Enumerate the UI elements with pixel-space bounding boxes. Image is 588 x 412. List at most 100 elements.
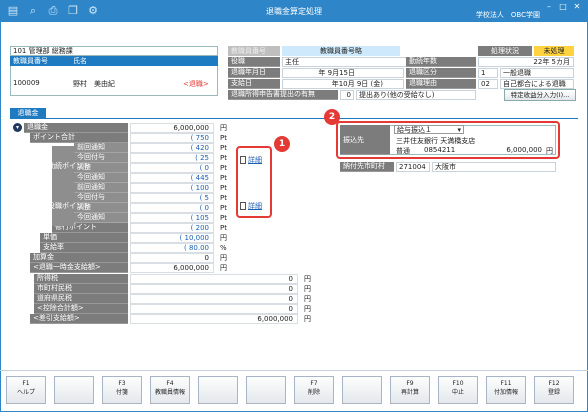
calc-value[interactable]: ( 105 — [130, 213, 214, 223]
calc-value[interactable]: ( 0 — [130, 163, 214, 173]
dept-field: 101 管理部 総務課 — [10, 46, 218, 56]
calc-label: 前回通知 — [74, 183, 128, 193]
fkey-button[interactable]: F10 中止 — [438, 376, 478, 404]
calc-unit: 円 — [304, 295, 311, 303]
calc-value[interactable]: ( 10,000 — [130, 233, 214, 243]
declaration-value: 提出あり(他の受給なし) — [356, 90, 476, 100]
retire-date-value[interactable]: 年 9月15日 — [282, 68, 404, 78]
emp-name: 野村 美由紀 — [73, 80, 115, 88]
calc-value[interactable]: 0 — [130, 294, 298, 304]
city-name: 大阪市 — [432, 162, 556, 172]
callout-2: 2 — [324, 109, 340, 125]
fkey-label: 削除 — [307, 389, 320, 396]
row-label-years: 勤続年数 — [406, 57, 476, 67]
collapse-icon[interactable]: ▾ — [13, 123, 22, 132]
declaration-code[interactable]: 0 — [340, 90, 354, 100]
group-label-kinzoku: 勤続ポイント — [48, 162, 90, 170]
fkey-button[interactable]: F1 ヘルプ — [6, 376, 46, 404]
fkey-button[interactable]: F3 付箋 — [102, 376, 142, 404]
fkey-code: F11 — [500, 380, 512, 387]
calc-value[interactable]: 6,000,000 — [130, 123, 214, 133]
fkey-button[interactable]: F11 付加情報 — [486, 376, 526, 404]
calc-value[interactable]: ( 750 — [130, 133, 214, 143]
calc-unit: % — [220, 244, 227, 252]
fkey-code: F1 — [22, 380, 30, 387]
footer-divider — [0, 370, 588, 371]
close-icon[interactable]: ✕ — [572, 3, 582, 11]
fkey-button[interactable] — [54, 376, 94, 404]
fkey-label: 再計算 — [400, 389, 419, 396]
calc-value[interactable]: ( 0 — [130, 203, 214, 213]
calc-unit: 円 — [220, 254, 227, 262]
calc-label: 支給率 — [40, 243, 128, 253]
tab-retirement[interactable]: 退職金 — [10, 108, 46, 118]
calc-value[interactable]: ( 200 — [130, 223, 214, 233]
fkey-button[interactable] — [246, 376, 286, 404]
fkey-button[interactable]: F4 教職員情報 — [150, 376, 190, 404]
calc-label: 道府県民税 — [34, 294, 128, 304]
emp-no-header: 教職員番号 — [10, 56, 70, 66]
highlight-box-2 — [336, 121, 560, 159]
calc-unit: 円 — [220, 234, 227, 242]
calc-value[interactable]: ( 5 — [130, 193, 214, 203]
row-label-retire-date: 退職年月日 — [228, 68, 280, 78]
calc-unit: Pt — [220, 184, 227, 192]
title-bar: ▤ ⌕ ⎙ ❐ ⚙ 退職金算定処理 学校法人 OBC学園 – □ ✕ — [0, 0, 588, 22]
fkey-label: 教職員情報 — [154, 389, 185, 396]
minimize-icon[interactable]: – — [544, 3, 554, 11]
callout-1: 1 — [274, 136, 290, 152]
fkey-button[interactable]: F12 登録 — [534, 376, 574, 404]
calc-label: 今回通知 — [74, 213, 128, 223]
fkey-label: 中止 — [451, 389, 464, 396]
calc-unit: 円 — [304, 305, 311, 313]
fkey-code: F4 — [166, 380, 174, 387]
calc-value[interactable]: 0 — [130, 304, 298, 314]
calc-unit: 円 — [304, 315, 311, 323]
calc-value[interactable]: ( 445 — [130, 173, 214, 183]
fkey-button[interactable] — [342, 376, 382, 404]
fkey-code: F3 — [118, 380, 126, 387]
calc-label: 加算金 — [30, 253, 128, 263]
retire-reason-code[interactable]: 02 — [478, 79, 498, 89]
fkey-button[interactable] — [198, 376, 238, 404]
calc-label: 前回通知 — [74, 143, 128, 153]
calc-value[interactable]: 0 — [130, 284, 298, 294]
calc-label: ポイント合計 — [30, 133, 128, 143]
calc-value[interactable]: ( 420 — [130, 143, 214, 153]
fkey-button[interactable]: F7 削除 — [294, 376, 334, 404]
mid-gray-label: 教職員番号 — [228, 46, 280, 56]
fkey-code: F7 — [310, 380, 318, 387]
row-label-pay-date: 支給日 — [228, 79, 280, 89]
calc-value[interactable]: ( 80.00 — [130, 243, 214, 253]
pay-date-value[interactable]: 年10月 9日 (金) — [282, 79, 404, 89]
fkey-label: 登録 — [547, 389, 560, 396]
calc-value[interactable]: 0 — [130, 253, 214, 263]
calc-value[interactable]: 6,000,000 — [130, 314, 298, 324]
highlight-box-1 — [236, 146, 272, 218]
fkey-button[interactable]: F9 再計算 — [390, 376, 430, 404]
city-code[interactable]: 271004 — [396, 162, 430, 172]
fkey-code: F10 — [452, 380, 464, 387]
retire-type-code[interactable]: 1 — [478, 68, 498, 78]
calc-value[interactable]: ( 100 — [130, 183, 214, 193]
calc-label: 単価 — [40, 233, 128, 243]
calc-value[interactable]: 6,000,000 — [130, 263, 214, 273]
calc-unit: Pt — [220, 144, 227, 152]
maximize-icon[interactable]: □ — [558, 3, 568, 11]
city-label: 納付先市町村 — [340, 162, 394, 172]
fkey-code: F12 — [548, 380, 560, 387]
special-income-button[interactable]: 特定收益分入力(I)... — [504, 89, 576, 101]
emp-no[interactable]: 100009 — [13, 79, 40, 87]
calc-unit: 円 — [304, 285, 311, 293]
status-value: 未処理 — [534, 46, 574, 56]
calc-value[interactable]: 0 — [130, 274, 298, 284]
fkey-code: F9 — [406, 380, 414, 387]
calc-value[interactable]: ( 25 — [130, 153, 214, 163]
emp-name-header: 氏名 — [70, 56, 218, 66]
calc-label: <差引支給額> — [30, 314, 128, 324]
company-name: 学校法人 OBC学園 — [475, 11, 540, 19]
calc-label: 退職金 — [24, 123, 128, 133]
group-label-yakushoku: 役職ポイント — [48, 202, 90, 210]
fkey-label: ヘルプ — [16, 389, 35, 396]
calc-label: 今回通知 — [74, 173, 128, 183]
